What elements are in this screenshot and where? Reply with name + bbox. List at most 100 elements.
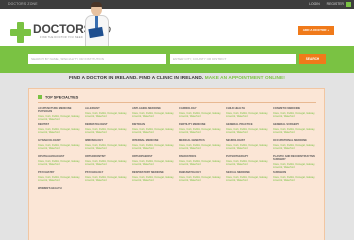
specialty-item: OCCUPATIONAL MEDICINE Clare, Cork, Dublin… bbox=[273, 139, 319, 155]
location-search-input[interactable]: ENTER CITY, COUNTY OR DISTRICT bbox=[170, 54, 296, 64]
specialty-name-link[interactable]: OCCUPATIONAL MEDICINE bbox=[273, 139, 319, 142]
specialty-name-link[interactable]: FERTILITY MEDICINE bbox=[179, 123, 225, 126]
specialty-cities-links[interactable]: Clare, Cork, Dublin, Donegal, Galway, Li… bbox=[38, 115, 84, 121]
specialty-cities-links[interactable]: Clare, Cork, Dublin, Donegal, Galway, Li… bbox=[38, 176, 84, 182]
specialty-cities-links[interactable]: Clare, Cork, Dublin, Donegal, Galway, Li… bbox=[179, 176, 225, 182]
specialty-name-link[interactable]: PSYCHIATRY bbox=[38, 171, 84, 174]
specialty-item: GENERAL SURGERY Clare, Cork, Dublin, Done… bbox=[273, 123, 319, 139]
specialty-name-link[interactable]: PSYCHOLOGY bbox=[85, 171, 131, 174]
specialty-cities-links[interactable]: Clare, Cork, Dublin, Donegal, Galway, Li… bbox=[85, 176, 131, 182]
specialty-item: PAEDIATRICS Clare, Cork, Dublin, Donegal,… bbox=[179, 155, 225, 171]
specialty-name-link[interactable]: SURGEON bbox=[273, 171, 319, 174]
specialty-cities-links[interactable]: Clare, Cork, Dublin, Donegal, Galway, Li… bbox=[132, 128, 178, 134]
register-link[interactable]: REGISTER bbox=[327, 2, 344, 6]
specialty-item: SURGEON Clare, Cork, Dublin, Donegal, Gal… bbox=[273, 171, 319, 187]
specialty-name-link[interactable]: ORTHODONTIST bbox=[85, 155, 131, 158]
specialty-cities-links[interactable]: Clare, Cork, Dublin, Donegal, Galway, Li… bbox=[85, 128, 131, 134]
specialty-name-link[interactable]: MEDICAL GENETICS bbox=[179, 139, 225, 142]
specialties-title: TOP SPECIALTIES bbox=[38, 95, 78, 100]
specialty-cities-links[interactable]: Clare, Cork, Dublin, Donegal, Galway, Li… bbox=[273, 128, 319, 134]
specialty-name-link[interactable]: ALLERGIST bbox=[85, 107, 131, 110]
add-doctor-button[interactable]: ADD A DOCTOR + bbox=[298, 26, 334, 35]
specialty-cities-links[interactable]: Clare, Cork, Dublin, Donegal, Galway, Li… bbox=[38, 160, 84, 166]
specialty-name-link[interactable]: PLASTIC AND RECONSTRUCTIVE SURGERY bbox=[273, 155, 319, 161]
specialty-item: GENERAL PRACTICE Clare, Cork, Dublin, Don… bbox=[226, 123, 272, 139]
specialty-name-link[interactable]: RHEUMATOLOGY bbox=[179, 171, 225, 174]
specialty-name-link[interactable]: IMMUNOLOGY bbox=[85, 139, 131, 142]
top-bar: DOCTORS ZONE LOGIN REGISTER bbox=[0, 0, 354, 9]
medical-cross-logo-icon[interactable] bbox=[10, 22, 31, 43]
specialty-cities-links[interactable]: Clare, Cork, Dublin, Donegal, Galway, Li… bbox=[85, 112, 131, 118]
specialty-cities-links[interactable]: Clare, Cork, Dublin, Donegal, Galway, Li… bbox=[132, 112, 178, 118]
specialty-name-link[interactable]: ORTHOPAEDIST bbox=[132, 155, 178, 158]
specialty-name-link[interactable]: CHILD HEALTH bbox=[226, 107, 272, 110]
specialty-item: DERMATOLOGIST Clare, Cork, Dublin, Donega… bbox=[85, 123, 131, 139]
specialty-item: MEDICAL GENETICS Clare, Cork, Dublin, Don… bbox=[179, 139, 225, 155]
specialty-name-link[interactable]: PAEDIATRICS bbox=[179, 155, 225, 158]
specialty-name-link[interactable]: NEUROLOGIST bbox=[226, 139, 272, 142]
specialty-name-link[interactable]: GENERAL SURGERY bbox=[273, 123, 319, 126]
specialty-name-link[interactable]: SEXUAL MEDICINE bbox=[226, 171, 272, 174]
specialty-item: RHEUMATOLOGY Clare, Cork, Dublin, Donegal… bbox=[179, 171, 225, 187]
specialty-cities-links[interactable]: Clare, Cork, Dublin, Donegal, Galway, Li… bbox=[132, 160, 178, 166]
specialty-item: ORTHODONTIST Clare, Cork, Dublin, Donegal… bbox=[85, 155, 131, 171]
name-search-input[interactable]: SEARCH BY NAME, SPECIALITY OR INSTITUTIO… bbox=[28, 54, 166, 64]
top-specialties-panel: TOP SPECIALTIES ACUPUNCTURE MEDICINE PHY… bbox=[28, 88, 325, 240]
specialty-name-link[interactable]: PHYSIOTHERAPY bbox=[226, 155, 272, 158]
specialty-cities-links[interactable]: Clare, Cork, Dublin, Donegal, Galway, Li… bbox=[179, 128, 225, 134]
specialty-item: SEXUAL MEDICINE Clare, Cork, Dublin, Done… bbox=[226, 171, 272, 187]
specialty-cities-links[interactable]: Clare, Cork, Dublin, Donegal, Galway, Li… bbox=[85, 160, 131, 166]
specialty-cities-links[interactable]: Clare, Cork, Dublin, Donegal, Galway, Li… bbox=[273, 144, 319, 150]
specialty-name-link[interactable]: GYNAECOLOGIST bbox=[38, 139, 84, 142]
specialty-cities-links[interactable]: Clare, Cork, Dublin, Donegal, Galway, Li… bbox=[132, 144, 178, 150]
specialty-cities-links[interactable]: Clare, Cork, Dublin, Donegal, Galway, Li… bbox=[132, 176, 178, 182]
specialty-cities-links[interactable]: Clare, Cork, Dublin, Donegal, Galway, Li… bbox=[179, 160, 225, 166]
specialty-item: FERTILITY MEDICINE Clare, Cork, Dublin, D… bbox=[179, 123, 225, 139]
login-link[interactable]: LOGIN bbox=[309, 2, 320, 6]
doctor-illustration bbox=[82, 1, 112, 49]
specialty-name-link[interactable]: DERMATOLOGIST bbox=[85, 123, 131, 126]
specialty-cities-links[interactable]: Clare, Cork, Dublin, Donegal, Galway, Li… bbox=[226, 112, 272, 118]
specialty-cities-links[interactable]: Clare, Cork, Dublin, Donegal, Galway, Li… bbox=[226, 160, 272, 166]
specialty-cities-links[interactable]: Clare, Cork, Dublin, Donegal, Galway, Li… bbox=[38, 144, 84, 150]
specialty-cities-links[interactable]: Clare, Cork, Dublin, Donegal, Galway, Li… bbox=[179, 112, 225, 118]
specialty-item: GYNAECOLOGIST Clare, Cork, Dublin, Donega… bbox=[38, 139, 84, 155]
specialty-name-link[interactable]: DENTIST bbox=[38, 123, 84, 126]
specialty-name-link[interactable]: COSMETIC MEDICINE bbox=[273, 107, 319, 110]
search-button[interactable]: SEARCH bbox=[299, 54, 326, 64]
specialty-name-link[interactable]: RESPIRATORY MEDICINE bbox=[132, 171, 178, 174]
specialty-cities-links[interactable]: Clare, Cork, Dublin, Donegal, Galway, Li… bbox=[273, 112, 319, 118]
specialty-name-link[interactable]: WOMEN'S HEALTH bbox=[38, 187, 84, 190]
specialty-item: PSYCHIATRY Clare, Cork, Dublin, Donegal, … bbox=[38, 171, 84, 187]
add-icon[interactable] bbox=[346, 2, 351, 7]
specialty-name-link[interactable]: ACUPUNCTURE MEDICINE PHYSICIAN bbox=[38, 107, 84, 113]
specialty-cities-links[interactable]: Clare, Cork, Dublin, Donegal, Galway, Li… bbox=[226, 128, 272, 134]
specialty-cities-links[interactable]: Clare, Cork, Dublin, Donegal, Galway, Li… bbox=[38, 128, 84, 134]
page-headline: FIND A DOCTOR IN IRELAND. FIND A CLINIC … bbox=[69, 75, 285, 80]
specialty-name-link[interactable]: GENERAL PRACTICE bbox=[226, 123, 272, 126]
specialty-item: ANTI-AGING MEDICINE Clare, Cork, Dublin, … bbox=[132, 107, 178, 123]
specialty-item: PHYSIOTHERAPY Clare, Cork, Dublin, Donega… bbox=[226, 155, 272, 171]
specialty-cities-links[interactable]: Clare, Cork, Dublin, Donegal, Galway, Li… bbox=[273, 176, 319, 182]
specialty-cities-links[interactable]: Clare, Cork, Dublin, Donegal, Galway, Li… bbox=[85, 144, 131, 150]
divider bbox=[38, 102, 316, 103]
logo-tagline: FIND THE DOCTOR YOU NEED bbox=[40, 36, 83, 39]
doctors-zone-link[interactable]: DOCTORS ZONE bbox=[8, 2, 38, 6]
specialty-cities-links[interactable]: Clare, Cork, Dublin, Donegal, Galway, Li… bbox=[179, 144, 225, 150]
specialty-item: WOMEN'S HEALTH bbox=[38, 187, 84, 203]
specialty-cities-links[interactable]: Clare, Cork, Dublin, Donegal, Galway, Li… bbox=[226, 144, 272, 150]
specialty-name-link[interactable]: OPHTHALMOLOGIST bbox=[38, 155, 84, 158]
specialty-cities-links[interactable]: Clare, Cork, Dublin, Donegal, Galway, Li… bbox=[226, 176, 272, 182]
specialty-cities-links[interactable]: Clare, Cork, Dublin, Donegal, Galway, Li… bbox=[273, 163, 319, 169]
specialty-name-link[interactable]: INTERNAL MEDICINE bbox=[132, 139, 178, 142]
specialty-item: NEUROLOGIST Clare, Cork, Dublin, Donegal,… bbox=[226, 139, 272, 155]
specialty-name-link[interactable]: CARDIOLOGY bbox=[179, 107, 225, 110]
specialty-item: DENTIST Clare, Cork, Dublin, Donegal, Gal… bbox=[38, 123, 84, 139]
specialty-item: ALLERGIST Clare, Cork, Dublin, Donegal, G… bbox=[85, 107, 131, 123]
specialty-item: DIETICIAN Clare, Cork, Dublin, Donegal, G… bbox=[132, 123, 178, 139]
account-links: LOGIN REGISTER bbox=[303, 2, 344, 6]
specialty-item: ORTHOPAEDIST Clare, Cork, Dublin, Donegal… bbox=[132, 155, 178, 171]
specialty-name-link[interactable]: ANTI-AGING MEDICINE bbox=[132, 107, 178, 110]
specialty-item: PLASTIC AND RECONSTRUCTIVE SURGERY Clare,… bbox=[273, 155, 319, 171]
specialty-name-link[interactable]: DIETICIAN bbox=[132, 123, 178, 126]
